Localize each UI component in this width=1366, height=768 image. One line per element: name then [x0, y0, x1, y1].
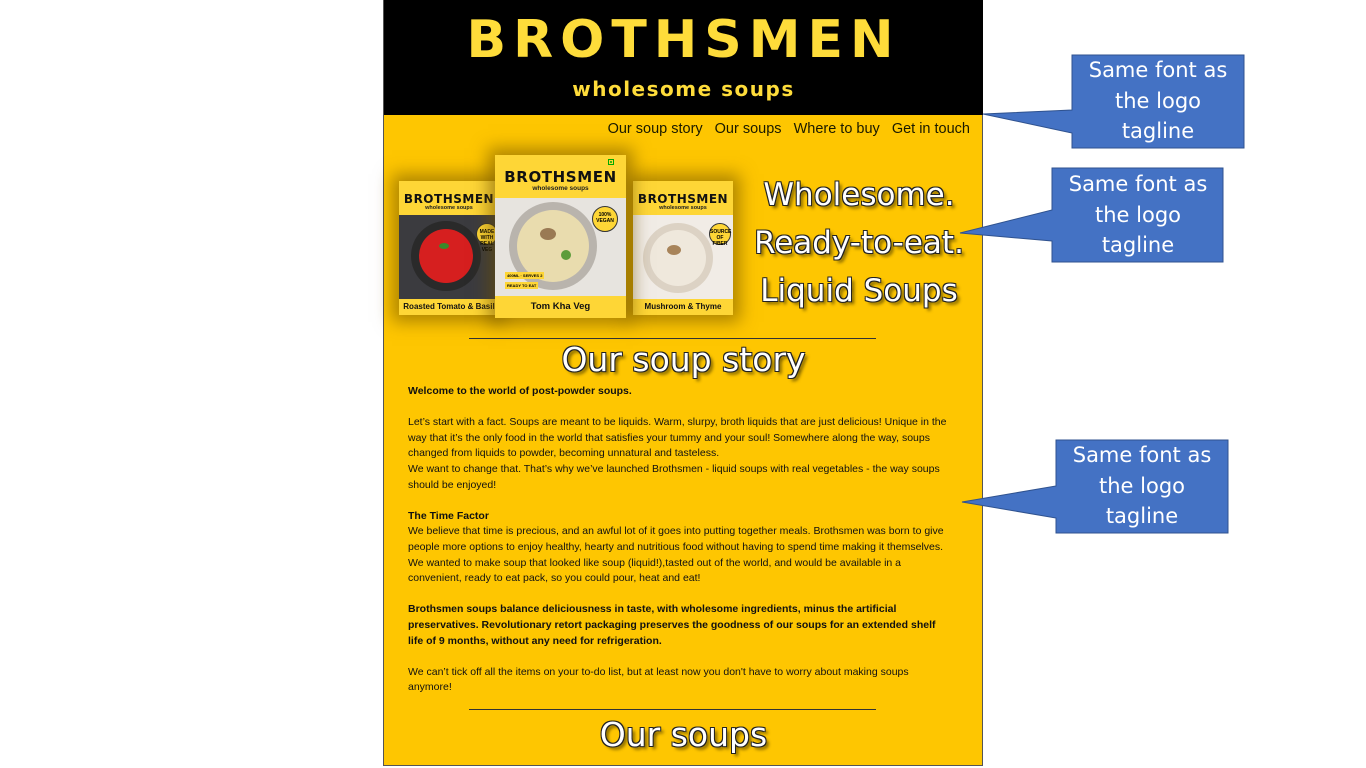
callout-text: Same font as the logo tagline: [1072, 443, 1212, 528]
